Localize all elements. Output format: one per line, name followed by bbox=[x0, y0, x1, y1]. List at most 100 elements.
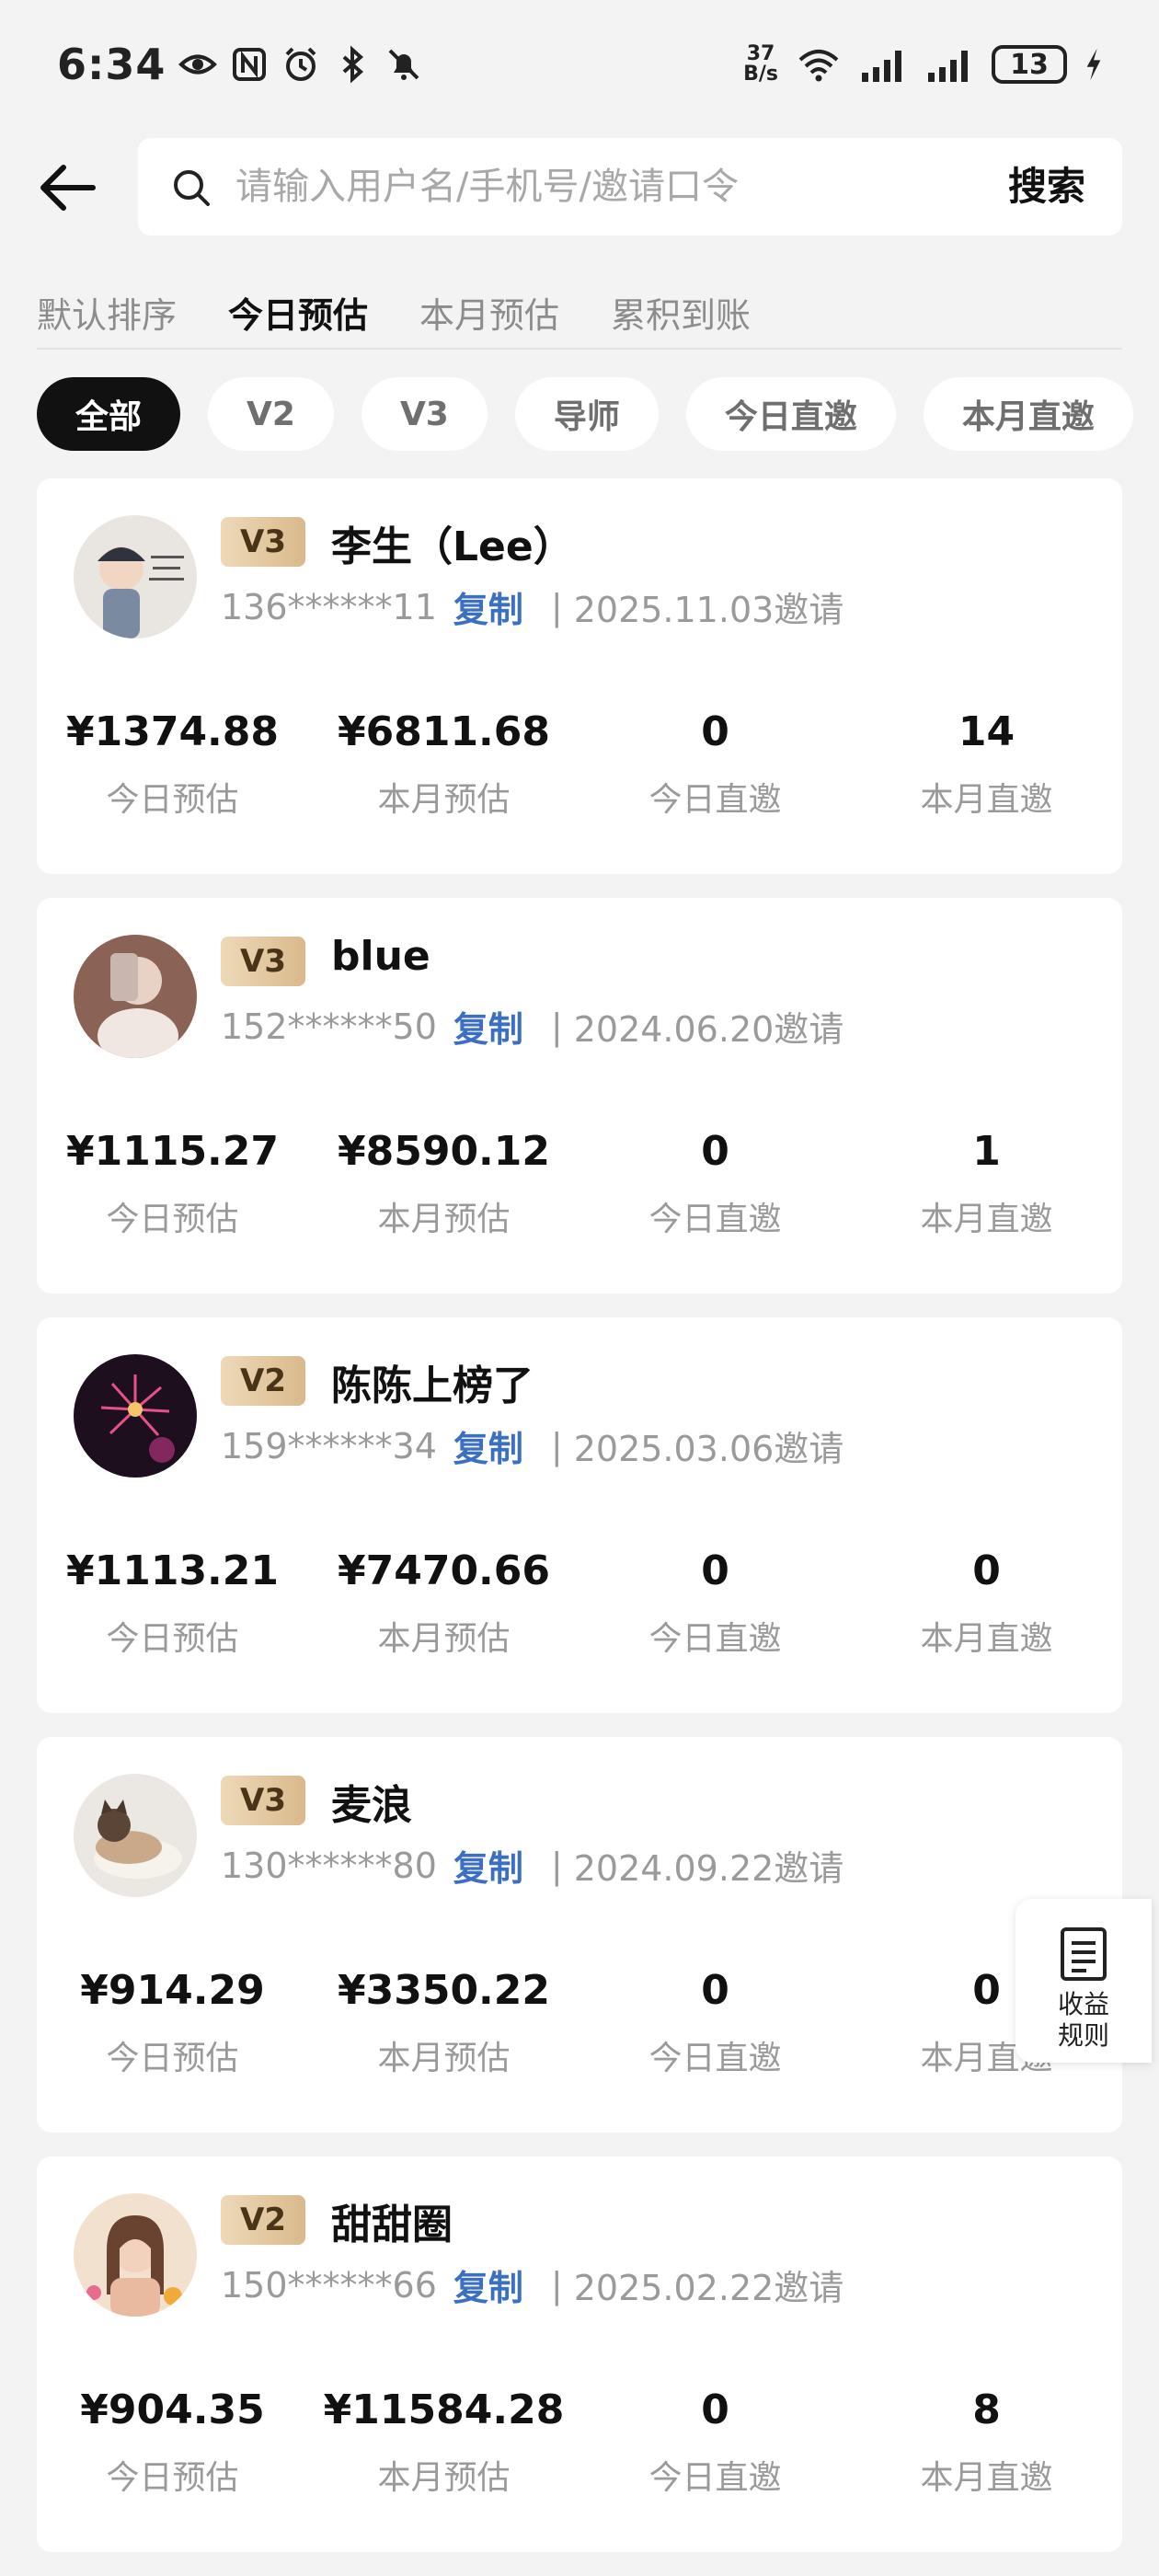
status-bar: 6:34 37 B/s 13 bbox=[0, 0, 1159, 129]
member-stats: ¥904.35 今日预估 ¥11584.28 本月预估 0 今日直邀 8 本月直… bbox=[37, 2386, 1122, 2499]
tab-default-sort[interactable]: 默认排序 bbox=[37, 287, 177, 338]
stat-month-invite: 1 本月直邀 bbox=[851, 1128, 1122, 1240]
member-phone: 159******34 bbox=[221, 1425, 437, 1466]
avatar bbox=[74, 1354, 197, 1478]
nfc-icon bbox=[233, 48, 267, 81]
rules-label-line2: 规则 bbox=[1057, 2020, 1109, 2051]
member-name: blue bbox=[331, 933, 430, 980]
stat-label: 今日预估 bbox=[106, 2040, 239, 2077]
member-info-line: 150******66 复制 | 2025.02.22邀请 bbox=[221, 2260, 843, 2310]
copy-button[interactable]: 复制 bbox=[453, 581, 523, 632]
avatar-fireworks-image bbox=[74, 1354, 197, 1478]
member-info-line: 159******34 复制 | 2025.03.06邀请 bbox=[221, 1420, 843, 1471]
stat-today-estimate: ¥914.29 今日预估 bbox=[37, 1967, 308, 2079]
invite-date: 2024.06.20邀请 bbox=[573, 1009, 844, 1050]
member-info-line: 136******11 复制 | 2025.11.03邀请 bbox=[221, 581, 843, 632]
stat-label: 今日直邀 bbox=[648, 781, 782, 819]
stat-month-estimate: ¥7470.66 本月预估 bbox=[308, 1547, 580, 1660]
search-button[interactable]: 搜索 bbox=[1008, 138, 1085, 236]
stat-value: ¥6811.68 bbox=[337, 708, 551, 755]
chip-v2[interactable]: V2 bbox=[208, 377, 334, 451]
chip-v3[interactable]: V3 bbox=[361, 377, 488, 451]
stat-label: 今日直邀 bbox=[648, 1201, 782, 1238]
level-badge: V3 bbox=[221, 937, 305, 986]
stat-today-invite: 0 今日直邀 bbox=[580, 1128, 851, 1240]
stat-value: 1 bbox=[972, 1128, 1001, 1175]
avatar bbox=[74, 935, 197, 1058]
stat-value: 8 bbox=[972, 2386, 1001, 2433]
stat-value: ¥904.35 bbox=[80, 2386, 265, 2433]
earnings-rules-label: 收益 规则 bbox=[1047, 1989, 1120, 2052]
chip-today-invite[interactable]: 今日直邀 bbox=[685, 377, 896, 451]
divider: | bbox=[550, 586, 563, 627]
stat-value: 0 bbox=[701, 1967, 729, 2014]
earnings-rules-button[interactable]: 收益 规则 bbox=[1016, 1899, 1152, 2063]
tab-today-estimate[interactable]: 今日预估 bbox=[228, 287, 368, 338]
copy-button[interactable]: 复制 bbox=[453, 1001, 523, 1052]
stat-today-invite: 0 今日直邀 bbox=[580, 708, 851, 821]
avatar-selfie-image bbox=[74, 935, 197, 1058]
stat-today-estimate: ¥904.35 今日预估 bbox=[37, 2386, 308, 2499]
level-badge: V2 bbox=[221, 1356, 305, 1406]
member-card[interactable]: V3 李生（Lee） 136******11 复制 | 2025.11.03邀请… bbox=[37, 478, 1122, 874]
stat-today-estimate: ¥1113.21 今日预估 bbox=[37, 1547, 308, 1660]
stat-value: 0 bbox=[701, 2386, 729, 2433]
avatar-girl-image bbox=[74, 2193, 197, 2317]
network-speed: 37 B/s bbox=[743, 44, 778, 85]
stat-value: 0 bbox=[972, 1547, 1001, 1594]
stat-value: ¥7470.66 bbox=[337, 1547, 551, 1594]
member-name: 李生（Lee） bbox=[331, 523, 574, 570]
stat-label: 本月直邀 bbox=[920, 2459, 1053, 2497]
stat-label: 今日预估 bbox=[106, 1201, 239, 1238]
member-card[interactable]: V2 陈陈上榜了 159******34 复制 | 2025.03.06邀请 ¥… bbox=[37, 1317, 1122, 1713]
member-name: 麦浪 bbox=[331, 1782, 412, 1829]
tab-month-estimate[interactable]: 本月预估 bbox=[419, 287, 559, 338]
divider: | bbox=[550, 1845, 563, 1886]
rules-label-line1: 收益 bbox=[1057, 1989, 1109, 2019]
member-card[interactable]: V3 blue 152******50 复制 | 2024.06.20邀请 ¥1… bbox=[37, 898, 1122, 1294]
chip-all[interactable]: 全部 bbox=[37, 377, 181, 451]
stat-label: 今日预估 bbox=[106, 2459, 239, 2497]
avatar bbox=[74, 515, 197, 638]
chip-month-invite[interactable]: 本月直邀 bbox=[923, 377, 1133, 451]
chip-mentor[interactable]: 导师 bbox=[514, 377, 659, 451]
stat-month-invite: 8 本月直邀 bbox=[851, 2386, 1122, 2499]
tab-accumulated[interactable]: 累积到账 bbox=[611, 287, 751, 338]
level-badge: V3 bbox=[221, 1776, 305, 1825]
divider: | bbox=[550, 2264, 563, 2306]
member-phone: 136******11 bbox=[221, 586, 437, 627]
stat-today-estimate: ¥1115.27 今日预估 bbox=[37, 1128, 308, 1240]
invite-date: 2025.11.03邀请 bbox=[573, 590, 844, 630]
divider: | bbox=[550, 1425, 563, 1466]
stat-label: 本月直邀 bbox=[920, 781, 1053, 819]
stat-today-invite: 0 今日直邀 bbox=[580, 1547, 851, 1660]
copy-button[interactable]: 复制 bbox=[453, 1840, 523, 1891]
avatar bbox=[74, 2193, 197, 2317]
stat-value: ¥1115.27 bbox=[65, 1128, 280, 1175]
stat-month-estimate: ¥11584.28 本月预估 bbox=[308, 2386, 580, 2499]
status-right: 37 B/s 13 bbox=[743, 44, 1104, 85]
member-phone: 150******66 bbox=[221, 2264, 437, 2306]
copy-button[interactable]: 复制 bbox=[453, 2260, 523, 2310]
member-stats: ¥914.29 今日预估 ¥3350.22 本月预估 0 今日直邀 0 本月直邀 bbox=[37, 1967, 1122, 2079]
wifi-icon bbox=[798, 50, 839, 82]
stat-label: 今日预估 bbox=[106, 781, 239, 819]
member-card[interactable]: V3 麦浪 130******80 复制 | 2024.09.22邀请 ¥914… bbox=[37, 1737, 1122, 2133]
invite-date: 2025.02.22邀请 bbox=[573, 2268, 844, 2308]
search-input[interactable] bbox=[235, 138, 971, 236]
header: 搜索 bbox=[0, 138, 1159, 237]
back-button[interactable] bbox=[35, 158, 99, 217]
document-list-icon bbox=[1061, 1927, 1107, 1981]
net-speed-value: 37 bbox=[746, 42, 775, 65]
divider: | bbox=[550, 1006, 563, 1047]
stat-month-estimate: ¥8590.12 本月预估 bbox=[308, 1128, 580, 1240]
copy-button[interactable]: 复制 bbox=[453, 1420, 523, 1471]
status-left: 6:34 bbox=[57, 40, 423, 89]
mute-bell-icon bbox=[389, 49, 419, 80]
member-phone: 152******50 bbox=[221, 1006, 437, 1047]
battery-indicator: 13 bbox=[992, 45, 1067, 84]
stat-today-estimate: ¥1374.88 今日预估 bbox=[37, 708, 308, 821]
member-card[interactable]: V2 甜甜圈 150******66 复制 | 2025.02.22邀请 ¥90… bbox=[37, 2156, 1122, 2552]
stat-label: 本月预估 bbox=[377, 2040, 511, 2077]
stat-value: ¥914.29 bbox=[80, 1967, 265, 2014]
